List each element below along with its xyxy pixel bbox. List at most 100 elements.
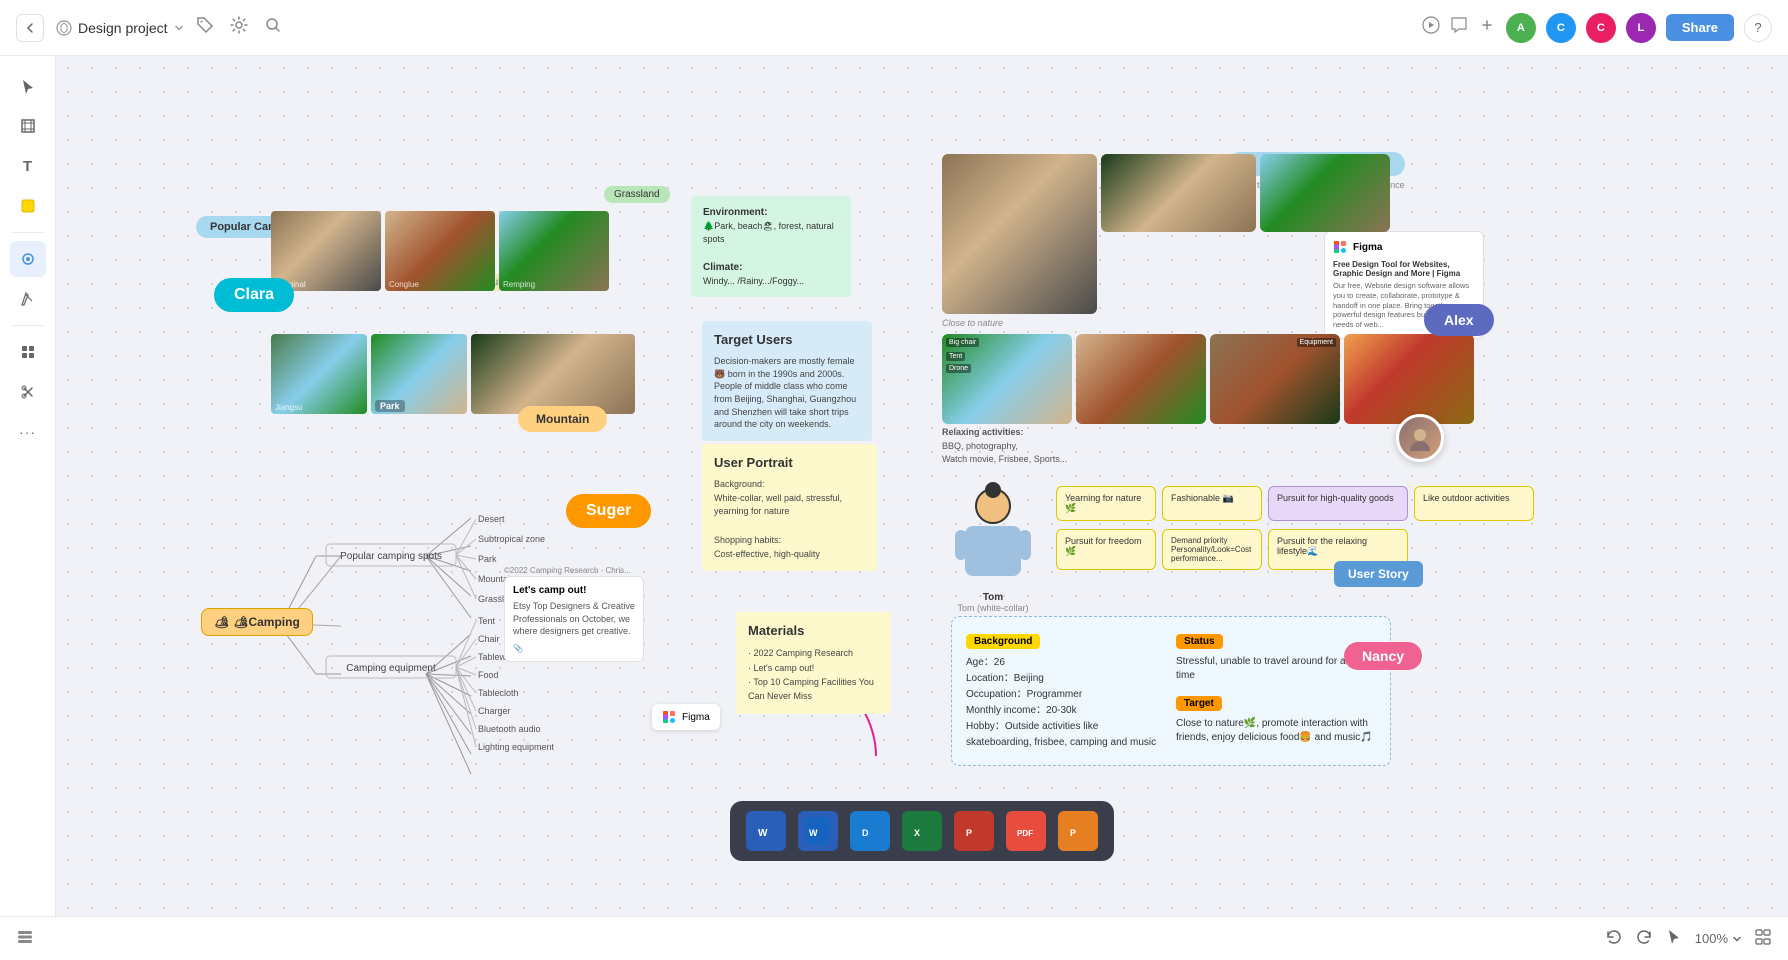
file-pptx2[interactable]: P — [1058, 811, 1098, 851]
select-tool[interactable] — [10, 241, 46, 277]
share-button[interactable]: Share — [1666, 14, 1734, 41]
file-pdf[interactable]: PDF — [1006, 811, 1046, 851]
topbar-right: A C C L Share ? — [1422, 13, 1772, 43]
toolbar-separator-1 — [13, 232, 43, 233]
svg-text:Popular camping spots: Popular camping spots — [340, 551, 442, 562]
sticky-tool[interactable] — [10, 188, 46, 224]
avatar-c1[interactable]: C — [1546, 13, 1576, 43]
comment-icon[interactable] — [1450, 16, 1468, 39]
camp-photo-3: Remping — [499, 211, 609, 291]
svg-text:P: P — [1070, 828, 1076, 838]
toolbar-separator-2 — [13, 325, 43, 326]
relaxing-activities-note: Relaxing activities: BBQ, photography, W… — [942, 426, 1067, 467]
zoom-level[interactable]: 100% — [1695, 931, 1742, 946]
close-to-nature-label: Close to nature — [942, 318, 1003, 328]
svg-text:Park: Park — [478, 554, 497, 564]
text-tool[interactable]: T — [10, 148, 46, 184]
materials-card[interactable]: Materials · 2022 Camping Research· Let's… — [736, 612, 891, 714]
right-photos-top — [942, 154, 1390, 314]
topbar-icons — [196, 16, 282, 39]
camping-photos-grid: Marginal Conglue Remping — [271, 211, 609, 291]
environment-note[interactable]: Environment: 🌲Park, beach🏖, forest, natu… — [691, 196, 851, 297]
undo-icon[interactable] — [1605, 928, 1623, 949]
user-avatar-bubble[interactable] — [1396, 414, 1444, 462]
svg-text:P: P — [966, 828, 972, 838]
right-photo-4: Big chair Tent Drone — [942, 334, 1072, 424]
layers-icon[interactable] — [16, 928, 34, 949]
camp-photo-4: Jiangsu — [271, 334, 367, 414]
persona-info-card[interactable]: Background Age：26 Location：Beijing Occup… — [951, 616, 1391, 766]
svg-text:Charger: Charger — [478, 706, 511, 716]
file-xlsx[interactable]: X — [902, 811, 942, 851]
mountain-node[interactable]: Mountain — [518, 406, 607, 432]
svg-text:D: D — [862, 828, 869, 838]
file-word[interactable]: W — [798, 811, 838, 851]
target-users-card[interactable]: Target Users Decision-makers are mostly … — [702, 321, 872, 441]
right-photo-5 — [1076, 334, 1206, 424]
camp-photo-6 — [471, 334, 635, 414]
svg-text:Tent: Tent — [478, 616, 496, 626]
lets-camp-card[interactable]: Let's camp out! Etsy Top Designers & Cre… — [504, 576, 644, 662]
frame-tool[interactable] — [10, 108, 46, 144]
figma-link-bottom[interactable]: Figma — [652, 704, 720, 730]
content-area: T ··· — [0, 56, 1788, 916]
cursor-tool[interactable] — [10, 68, 46, 104]
play-icon[interactable] — [1422, 16, 1440, 39]
avatar-a[interactable]: A — [1506, 13, 1536, 43]
svg-text:Subtropical zone: Subtropical zone — [478, 534, 545, 544]
back-button[interactable] — [16, 14, 44, 42]
user-portrait-card[interactable]: User Portrait Background:White-collar, w… — [702, 444, 877, 571]
project-name[interactable]: Design project — [56, 20, 184, 36]
svg-text:X: X — [914, 828, 920, 838]
redo-icon[interactable] — [1635, 928, 1653, 949]
svg-text:Camping equipment: Camping equipment — [346, 663, 436, 674]
svg-text:W: W — [758, 828, 768, 839]
right-photo-6: Equipment — [1210, 334, 1340, 424]
svg-text:Bluetooth audio: Bluetooth audio — [478, 724, 541, 734]
pen-tool[interactable] — [10, 281, 46, 317]
tom-area: Tom Tom (white-collar) — [953, 488, 1033, 613]
fit-view-icon[interactable] — [1754, 928, 1772, 949]
search-icon[interactable] — [264, 16, 282, 39]
avatar-c2[interactable]: C — [1586, 13, 1616, 43]
user-story-button[interactable]: User Story — [1334, 561, 1423, 587]
scissors-tool[interactable] — [10, 374, 46, 410]
bottom-bar: 100% — [0, 916, 1788, 960]
svg-text:Tablecloth: Tablecloth — [478, 688, 519, 698]
research-label: ©2022 Camping Research - Chris... — [504, 566, 631, 575]
file-ppt[interactable]: P — [954, 811, 994, 851]
svg-text:W: W — [809, 828, 818, 838]
tom-traits: Yearning for nature🌿 Fashionable 📷 Pursu… — [1056, 486, 1534, 570]
right-photo-1 — [942, 154, 1097, 314]
tag-icon[interactable] — [196, 16, 214, 39]
canvas[interactable]: Popular Camping Spot Desert Subtropical … — [56, 56, 1788, 916]
more-icon[interactable] — [1478, 16, 1496, 39]
alex-label[interactable]: Alex — [1424, 304, 1494, 336]
file-pptx[interactable]: D — [850, 811, 890, 851]
topbar-left: Design project — [16, 14, 282, 42]
settings-icon[interactable] — [230, 16, 248, 39]
bottom-left — [16, 928, 34, 949]
cursor-mode-icon[interactable] — [1665, 928, 1683, 949]
svg-text:Lighting equipment: Lighting equipment — [478, 742, 555, 752]
right-photos-bottom: Big chair Tent Drone Equipment — [942, 334, 1474, 424]
svg-text:PDF: PDF — [1017, 829, 1033, 838]
file-docx[interactable]: W — [746, 811, 786, 851]
right-photo-3 — [1260, 154, 1390, 232]
camp-photo-5: Park — [371, 334, 467, 414]
left-toolbar: T ··· — [0, 56, 56, 916]
camp-photo-2: Conglue — [385, 211, 495, 291]
clara-label[interactable]: Clara — [214, 278, 294, 312]
nancy-label[interactable]: Nancy — [1344, 642, 1422, 670]
camping-photos-row2: Jiangsu Park — [271, 334, 635, 414]
bottom-right: 100% — [1605, 928, 1772, 949]
camp-photo-1: Marginal — [271, 211, 381, 291]
component-tool[interactable] — [10, 334, 46, 370]
bottom-file-toolbar[interactable]: W W D X P PDF P — [730, 801, 1114, 861]
help-button[interactable]: ? — [1744, 14, 1772, 42]
more-tools[interactable]: ··· — [10, 414, 46, 450]
avatar-l[interactable]: L — [1626, 13, 1656, 43]
grassland-top-node[interactable]: Grassland — [604, 186, 670, 203]
camping-node[interactable]: 🏕🏕Camping — [201, 608, 313, 636]
suger-label[interactable]: Suger — [566, 494, 651, 528]
